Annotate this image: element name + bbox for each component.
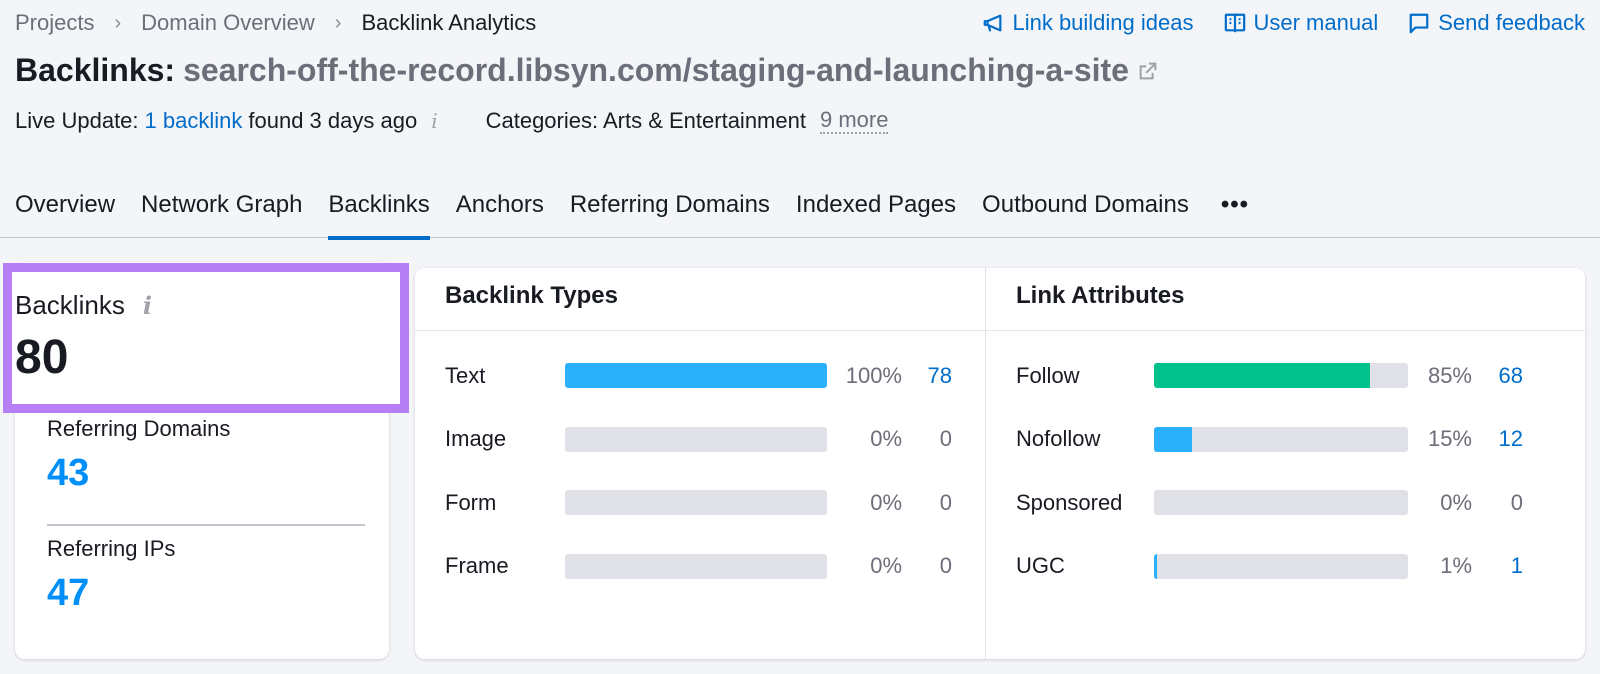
breadcrumb: Projects › Domain Overview › Backlink An…	[15, 10, 536, 36]
row-label: Form	[445, 489, 497, 515]
progress-bar-fill	[565, 363, 827, 389]
backlink-type-row-text: Text 100% 78	[415, 344, 985, 408]
link-attributes-title: Link Attributes	[986, 268, 1585, 331]
metric-divider	[47, 524, 365, 526]
count-value[interactable]: 1	[1473, 553, 1523, 579]
percent-value: 0%	[1440, 489, 1472, 515]
send-feedback-label: Send feedback	[1438, 10, 1585, 35]
row-label: Text	[445, 362, 486, 388]
count-value[interactable]: 68	[1473, 363, 1523, 389]
percent-value: 100%	[845, 362, 902, 388]
backlinks-value: 80	[15, 331, 69, 384]
link-attributes-panel: Link Attributes Follow 85% 68 Nofollow 15% 12…	[985, 268, 1585, 659]
chat-bubble-icon	[1409, 13, 1429, 34]
progress-bar-fill	[1154, 363, 1370, 389]
chevron-right-icon: ›	[114, 11, 122, 34]
tab-indexed-pages[interactable]: Indexed Pages	[796, 180, 956, 238]
tab-referring-domains[interactable]: Referring Domains	[570, 180, 770, 238]
live-update-suffix: found 3 days ago	[248, 108, 418, 133]
progress-bar	[1154, 426, 1408, 452]
referring-ips-label: Referring IPs	[47, 536, 176, 561]
referring-ips-value[interactable]: 47	[47, 572, 175, 615]
progress-bar	[565, 553, 827, 579]
progress-bar-fill	[1154, 553, 1157, 579]
progress-bar	[1154, 553, 1408, 579]
breadcrumb-domain-overview[interactable]: Domain Overview	[141, 10, 315, 36]
link-attribute-row-ugc: UGC 1% 1	[986, 535, 1585, 599]
percent-value: 0%	[870, 426, 902, 452]
user-manual-link[interactable]: User manual	[1224, 10, 1379, 36]
meta-row: Live Update: 1 backlink found 3 days ago…	[15, 108, 889, 134]
backlink-types-title: Backlink Types	[415, 268, 985, 331]
link-attributes-rows: Follow 85% 68 Nofollow 15% 12 Sponsored 0% 0 UGC 1…	[986, 331, 1585, 598]
row-label: Follow	[1016, 362, 1080, 388]
progress-bar	[565, 363, 827, 389]
progress-bar-fill	[1154, 426, 1193, 452]
breadcrumb-current: Backlink Analytics	[361, 10, 537, 35]
row-label: UGC	[1016, 553, 1065, 579]
backlinks-label: Backlinks	[15, 290, 125, 320]
row-label: Image	[445, 426, 507, 452]
backlink-type-row-image: Image 0% 0	[415, 408, 985, 472]
tab-backlinks[interactable]: Backlinks	[328, 180, 431, 240]
send-feedback-link[interactable]: Send feedback	[1408, 10, 1585, 36]
progress-bar	[565, 490, 827, 516]
tab-overview[interactable]: Overview	[15, 180, 115, 238]
book-icon	[1224, 13, 1245, 33]
percent-value: 1%	[1440, 553, 1472, 579]
categories-text: Categories: Arts & Entertainment	[485, 108, 806, 133]
percent-value: 0%	[870, 553, 902, 579]
link-attribute-row-sponsored: Sponsored 0% 0	[986, 471, 1585, 535]
target-domain: search-off-the-record.libsyn.com/staging…	[183, 52, 1129, 88]
tab-bar: Overview Network Graph Backlinks Anchors…	[0, 180, 1600, 240]
chevron-right-icon: ›	[334, 11, 342, 34]
count-value: 0	[939, 553, 952, 579]
live-update-backlink-link[interactable]: 1 backlink	[145, 108, 243, 134]
progress-bar	[1154, 490, 1408, 516]
row-label: Nofollow	[1016, 426, 1101, 452]
info-icon[interactable]: i	[143, 291, 152, 320]
referring-ips-metric: Referring IPs 47	[47, 536, 175, 615]
tab-outbound-domains[interactable]: Outbound Domains	[982, 180, 1189, 238]
user-manual-label: User manual	[1253, 10, 1379, 35]
link-attribute-row-follow: Follow 85% 68	[986, 344, 1585, 408]
progress-bar	[1154, 363, 1408, 389]
top-links: Link building ideas User manual Send fee…	[982, 10, 1585, 36]
row-label: Frame	[445, 553, 509, 579]
count-value[interactable]: 78	[902, 363, 952, 389]
tab-network-graph[interactable]: Network Graph	[141, 180, 302, 238]
referring-domains-metric: Referring Domains 43	[47, 416, 230, 495]
backlink-types-panel: Backlink Types Text 100% 78 Image 0% 0 Form 0% 0…	[415, 268, 985, 659]
backlink-type-row-form: Form 0% 0	[415, 471, 985, 535]
breadcrumb-projects[interactable]: Projects	[15, 10, 94, 36]
link-building-ideas-link[interactable]: Link building ideas	[982, 10, 1194, 36]
distribution-card: Backlink Types Text 100% 78 Image 0% 0 Form 0% 0…	[415, 268, 1585, 659]
referring-domains-label: Referring Domains	[47, 416, 231, 441]
top-bar: Projects › Domain Overview › Backlink An…	[15, 8, 1585, 38]
progress-bar	[565, 426, 827, 452]
more-categories-link[interactable]: 9 more	[819, 108, 889, 134]
percent-value: 0%	[870, 489, 902, 515]
link-building-ideas-label: Link building ideas	[1012, 10, 1194, 35]
referring-domains-value[interactable]: 43	[47, 452, 230, 495]
count-value: 0	[939, 489, 952, 515]
row-label: Sponsored	[1016, 489, 1123, 515]
count-value[interactable]: 12	[1473, 426, 1523, 452]
info-icon[interactable]: i	[431, 109, 437, 133]
megaphone-icon	[984, 14, 1002, 32]
title-prefix: Backlinks:	[15, 52, 176, 88]
percent-value: 15%	[1427, 426, 1472, 452]
count-value: 0	[939, 426, 952, 452]
more-tabs-icon[interactable]: •••	[1221, 180, 1249, 238]
external-link-icon[interactable]	[1137, 60, 1159, 82]
link-attribute-row-nofollow: Nofollow 15% 12	[986, 408, 1585, 472]
backlink-types-rows: Text 100% 78 Image 0% 0 Form 0% 0 Frame 0% 0	[415, 331, 985, 598]
percent-value: 85%	[1427, 362, 1472, 388]
tab-anchors[interactable]: Anchors	[456, 180, 544, 238]
page-title: Backlinks: search-off-the-record.libsyn.…	[15, 52, 1159, 89]
backlink-type-row-frame: Frame 0% 0	[415, 535, 985, 599]
count-value: 0	[1510, 489, 1523, 515]
live-update-label: Live Update:	[15, 108, 139, 133]
backlinks-metric-label: Backlinks i	[15, 290, 152, 321]
